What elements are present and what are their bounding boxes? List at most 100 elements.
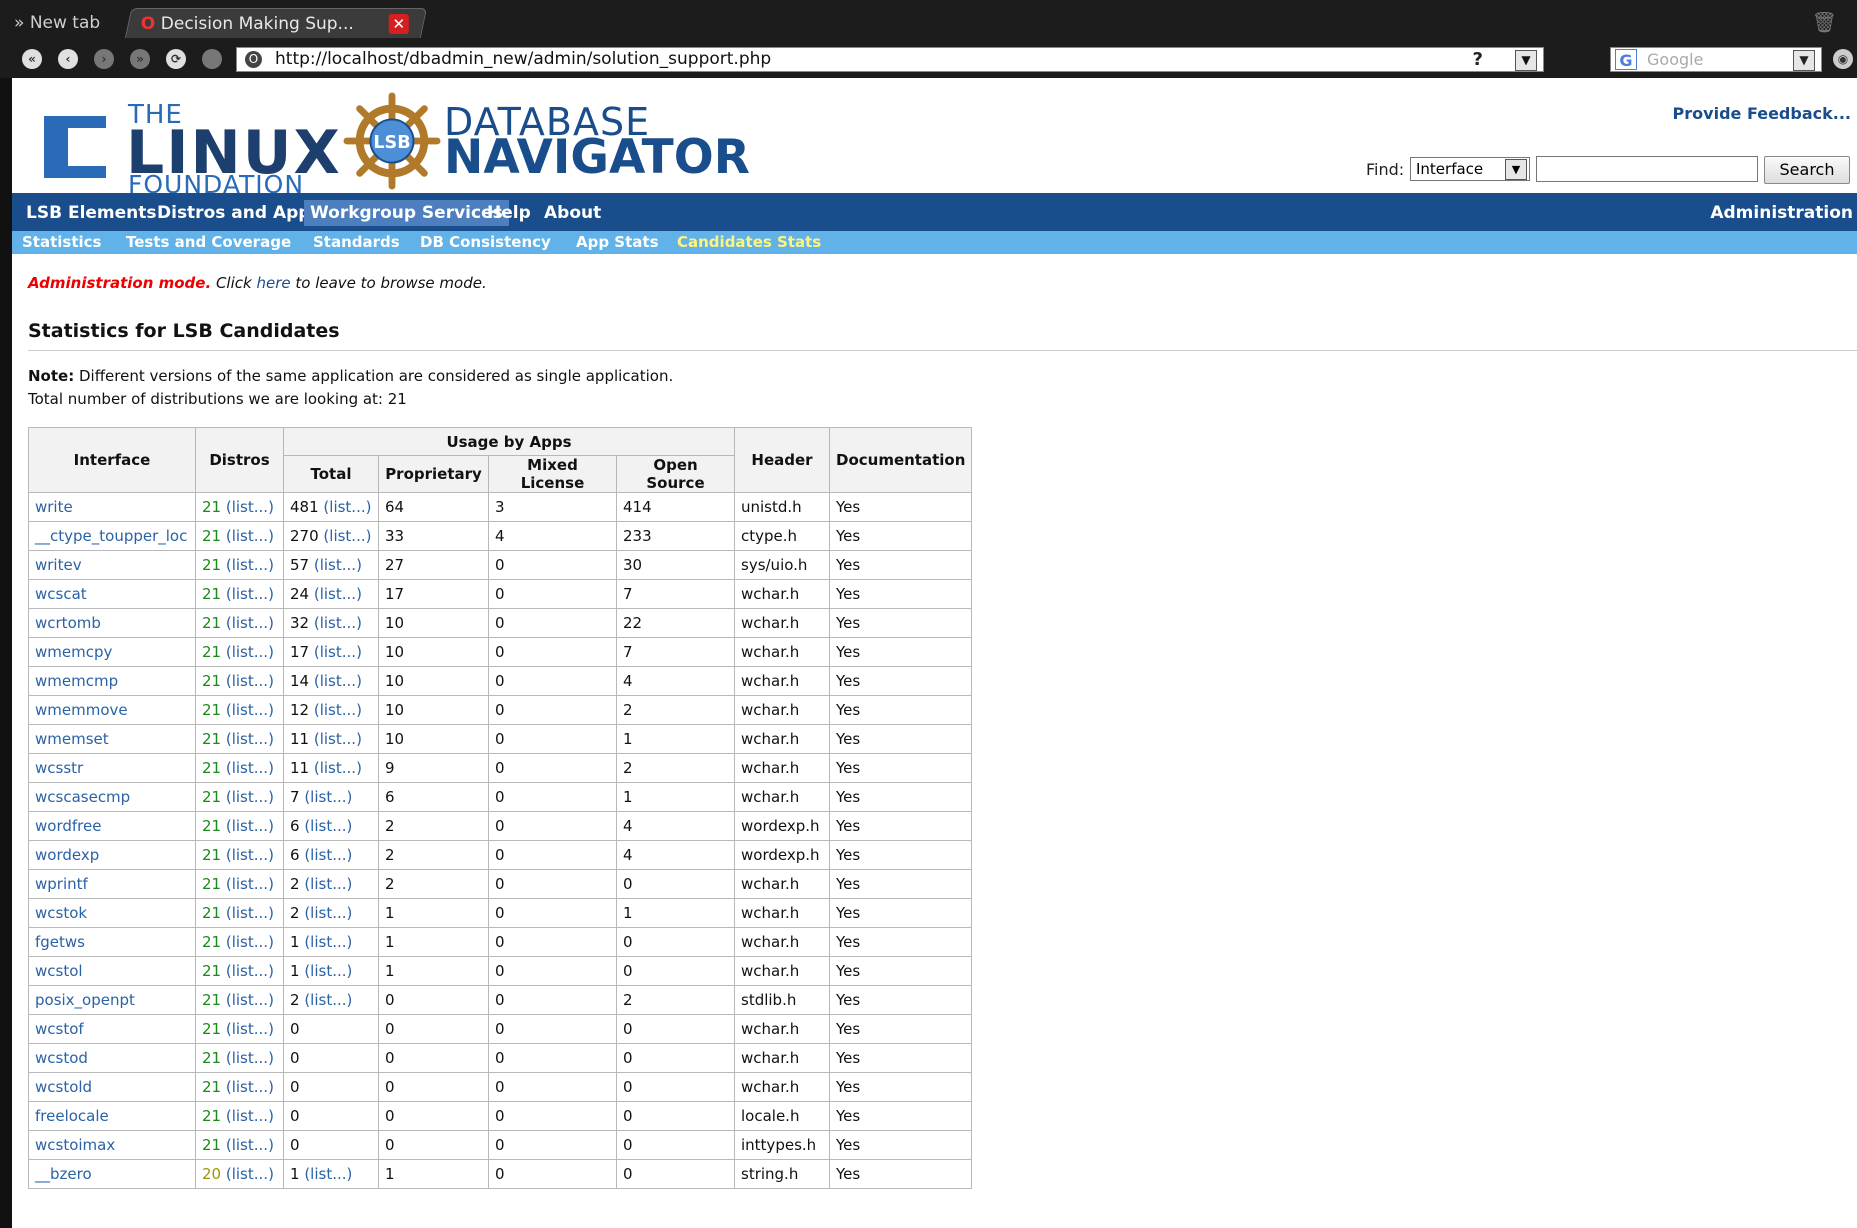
- nav-help[interactable]: Help: [481, 200, 537, 226]
- distros-list-link[interactable]: (list...): [226, 1136, 274, 1154]
- interface-link[interactable]: writev: [35, 556, 82, 574]
- nav-distros-and-apps[interactable]: Distros and Apps: [151, 200, 327, 226]
- interface-link[interactable]: posix_openpt: [35, 991, 135, 1009]
- interface-link[interactable]: wmemset: [35, 730, 109, 748]
- distros-list-link[interactable]: (list...): [226, 672, 274, 690]
- distros-list-link[interactable]: (list...): [226, 498, 274, 516]
- interface-link[interactable]: wmemmove: [35, 701, 128, 719]
- distros-list-link[interactable]: (list...): [226, 875, 274, 893]
- provide-feedback-link[interactable]: Provide Feedback...: [1673, 104, 1851, 123]
- apps-list-link[interactable]: (list...): [304, 904, 352, 922]
- dropdown-arrow-icon[interactable]: ▼: [1505, 159, 1527, 180]
- apps-list-link[interactable]: (list...): [314, 730, 362, 748]
- distros-list-link[interactable]: (list...): [226, 962, 274, 980]
- find-input[interactable]: [1536, 156, 1758, 182]
- back-icon[interactable]: ‹: [58, 49, 78, 69]
- interface-link[interactable]: wcstod: [35, 1049, 88, 1067]
- apps-list-link[interactable]: (list...): [304, 875, 352, 893]
- interface-link[interactable]: wcstol: [35, 962, 83, 980]
- apps-list-link[interactable]: (list...): [314, 614, 362, 632]
- apps-list-link[interactable]: (list...): [304, 991, 352, 1009]
- nav-lsb-elements[interactable]: LSB Elements: [20, 200, 163, 226]
- apps-list-link[interactable]: (list...): [304, 933, 352, 951]
- apps-list-link[interactable]: (list...): [323, 498, 371, 516]
- forward-icon[interactable]: ›: [94, 49, 114, 69]
- distros-list-link[interactable]: (list...): [226, 585, 274, 603]
- tab-new[interactable]: » New tab: [14, 8, 100, 38]
- address-bar[interactable]: O http://localhost/dbadmin_new/admin/sol…: [236, 47, 1544, 72]
- interface-link[interactable]: wmemcmp: [35, 672, 118, 690]
- apps-list-link[interactable]: (list...): [314, 643, 362, 661]
- distros-list-link[interactable]: (list...): [226, 759, 274, 777]
- interface-link[interactable]: wcstoimax: [35, 1136, 115, 1154]
- browse-mode-link[interactable]: here: [256, 274, 290, 292]
- distros-list-link[interactable]: (list...): [226, 614, 274, 632]
- interface-link[interactable]: wcstok: [35, 904, 87, 922]
- distros-list-link[interactable]: (list...): [226, 1078, 274, 1096]
- nav-about[interactable]: About: [538, 200, 607, 226]
- distros-list-link[interactable]: (list...): [226, 788, 274, 806]
- interface-link[interactable]: wcsstr: [35, 759, 83, 777]
- apps-list-link[interactable]: (list...): [314, 585, 362, 603]
- distros-list-link[interactable]: (list...): [226, 1107, 274, 1125]
- interface-link[interactable]: wcscasecmp: [35, 788, 130, 806]
- subnav-candidates-stats[interactable]: Candidates Stats: [677, 231, 821, 254]
- interface-link[interactable]: wordfree: [35, 817, 101, 835]
- subnav-app-stats[interactable]: App Stats: [576, 231, 659, 254]
- interface-link[interactable]: wcscat: [35, 585, 87, 603]
- interface-link[interactable]: __bzero: [35, 1165, 92, 1183]
- reload-icon[interactable]: ⟳: [166, 49, 186, 69]
- interface-link[interactable]: wcstold: [35, 1078, 92, 1096]
- google-icon[interactable]: G: [1615, 49, 1637, 70]
- interface-link[interactable]: fgetws: [35, 933, 85, 951]
- nav-administration[interactable]: Administration: [1710, 200, 1853, 226]
- help-icon[interactable]: ?: [1473, 48, 1483, 71]
- interface-link[interactable]: wcrtomb: [35, 614, 101, 632]
- interface-link[interactable]: __ctype_toupper_loc: [35, 527, 187, 545]
- distros-list-link[interactable]: (list...): [226, 1165, 274, 1183]
- distros-list-link[interactable]: (list...): [226, 1020, 274, 1038]
- fast-forward-icon[interactable]: »: [130, 49, 150, 69]
- panel-toggle-icon[interactable]: ◉: [1833, 49, 1853, 69]
- apps-list-link[interactable]: (list...): [314, 672, 362, 690]
- interface-link[interactable]: wprintf: [35, 875, 88, 893]
- distros-list-link[interactable]: (list...): [226, 1049, 274, 1067]
- apps-list-link[interactable]: (list...): [314, 759, 362, 777]
- home-icon[interactable]: [202, 49, 222, 69]
- apps-list-link[interactable]: (list...): [304, 962, 352, 980]
- subnav-standards[interactable]: Standards: [313, 231, 400, 254]
- distros-list-link[interactable]: (list...): [226, 643, 274, 661]
- linux-foundation-logo[interactable]: THE LINUX FOUNDATION: [32, 96, 340, 199]
- distros-list-link[interactable]: (list...): [226, 817, 274, 835]
- trash-icon[interactable]: 🗑: [1812, 10, 1837, 34]
- interface-link[interactable]: write: [35, 498, 73, 516]
- nav-workgroup-services[interactable]: Workgroup Services: [304, 200, 509, 226]
- apps-list-link[interactable]: (list...): [304, 1165, 352, 1183]
- apps-list-link[interactable]: (list...): [314, 701, 362, 719]
- distros-list-link[interactable]: (list...): [226, 527, 274, 545]
- apps-list-link[interactable]: (list...): [304, 846, 352, 864]
- subnav-tests-and-coverage[interactable]: Tests and Coverage: [126, 231, 291, 254]
- dropdown-arrow-icon[interactable]: ▼: [1793, 50, 1815, 71]
- apps-list-link[interactable]: (list...): [314, 556, 362, 574]
- interface-link[interactable]: wordexp: [35, 846, 99, 864]
- distros-list-link[interactable]: (list...): [226, 701, 274, 719]
- apps-list-link[interactable]: (list...): [304, 817, 352, 835]
- distros-list-link[interactable]: (list...): [226, 730, 274, 748]
- find-type-select[interactable]: Interface ▼: [1410, 157, 1530, 181]
- tab-active[interactable]: O Decision Making Sup... ✕: [124, 8, 428, 38]
- browser-search-field[interactable]: G Google ▼: [1610, 47, 1822, 72]
- search-button[interactable]: Search: [1764, 156, 1850, 184]
- apps-list-link[interactable]: (list...): [304, 788, 352, 806]
- distros-list-link[interactable]: (list...): [226, 556, 274, 574]
- distros-list-link[interactable]: (list...): [226, 933, 274, 951]
- interface-link[interactable]: freelocale: [35, 1107, 109, 1125]
- dropdown-arrow-icon[interactable]: ▼: [1515, 50, 1537, 71]
- interface-link[interactable]: wmemcpy: [35, 643, 112, 661]
- close-tab-icon[interactable]: ✕: [388, 14, 409, 34]
- rewind-icon[interactable]: «: [22, 49, 42, 69]
- subnav-db-consistency[interactable]: DB Consistency: [420, 231, 551, 254]
- distros-list-link[interactable]: (list...): [226, 904, 274, 922]
- apps-list-link[interactable]: (list...): [323, 527, 371, 545]
- distros-list-link[interactable]: (list...): [226, 991, 274, 1009]
